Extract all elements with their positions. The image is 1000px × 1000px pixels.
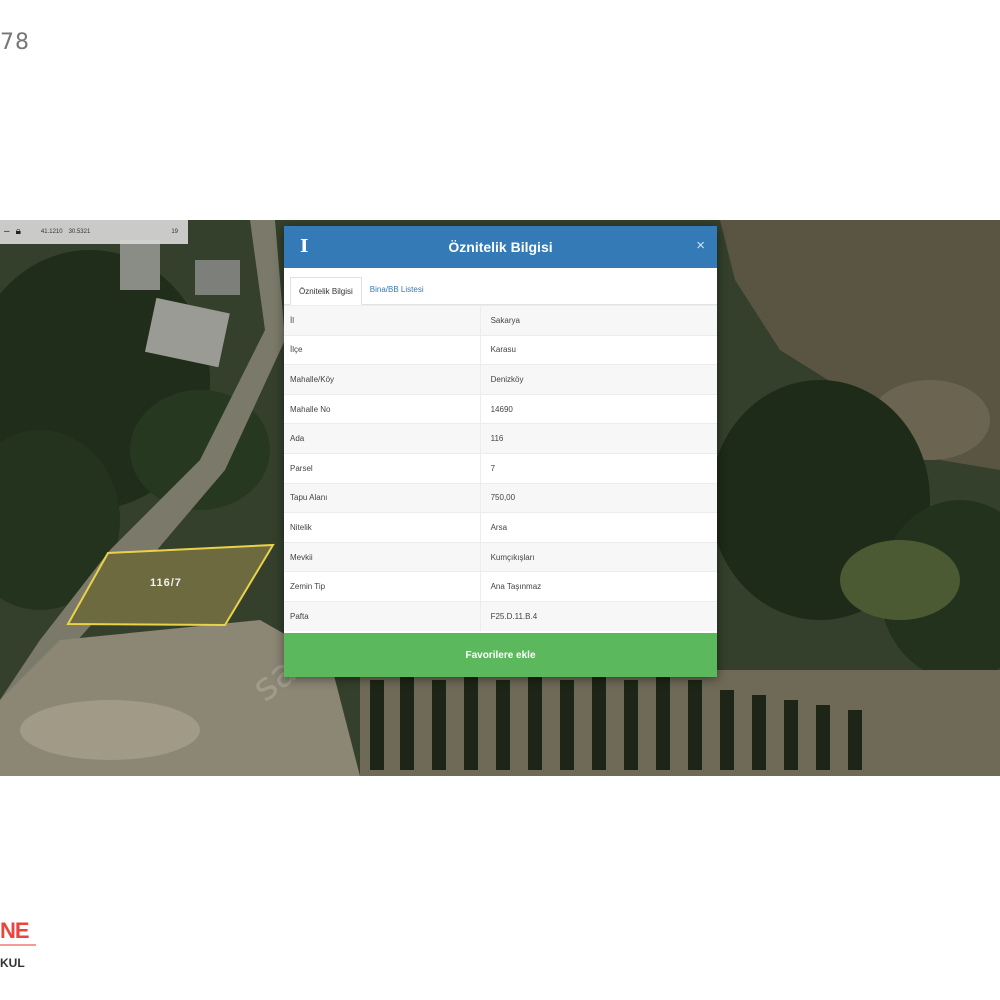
table-row: Mevkii Kumçıkışları xyxy=(284,541,717,572)
row-value: F25.D.11.B.4 xyxy=(479,600,717,632)
dialog-tabs: Öznitelik Bilgisi Bina/BB Listesi xyxy=(284,268,717,305)
row-key: Mahalle No xyxy=(284,393,481,424)
page-number: 78 xyxy=(0,30,30,55)
row-value: 14690 xyxy=(479,393,717,424)
table-row: Mahalle/Köy Denizköy xyxy=(284,364,717,395)
dialog-title: Öznitelik Bilgisi xyxy=(448,239,553,255)
row-key: Zemin Tip xyxy=(284,571,481,602)
tab-building-list[interactable]: Bina/BB Listesi xyxy=(362,276,432,304)
minus-icon[interactable]: – xyxy=(4,227,10,237)
info-icon: I xyxy=(300,236,309,257)
row-value: Sakarya xyxy=(479,305,717,336)
row-value: Arsa xyxy=(479,512,717,543)
table-row: Pafta F25.D.11.B.4 xyxy=(284,600,717,632)
row-value: Karasu xyxy=(479,334,717,365)
lock-icon[interactable]: 🔒︎ xyxy=(16,227,21,237)
table-row: Tapu Alanı 750,00 xyxy=(284,482,717,513)
row-value: 116 xyxy=(479,423,717,454)
row-key: İlçe xyxy=(284,334,481,365)
table-row: İl Sakarya xyxy=(284,305,717,336)
row-value: 7 xyxy=(479,452,717,484)
table-row: Nitelik Arsa xyxy=(284,512,717,543)
table-row: Zemin Tip Ana Taşınmaz xyxy=(284,571,717,602)
row-value: Ana Taşınmaz xyxy=(479,571,717,602)
row-value: Kumçıkışları xyxy=(479,541,717,572)
table-row: Ada 116 xyxy=(284,423,717,454)
logo: NE KUL xyxy=(0,918,60,978)
row-key: Nitelik xyxy=(284,512,481,543)
add-to-favorites-button[interactable]: Favorilere ekle xyxy=(284,633,717,677)
attribute-dialog: I Öznitelik Bilgisi × Öznitelik Bilgisi … xyxy=(284,226,717,677)
row-value: 750,00 xyxy=(479,482,717,513)
logo-brand: NE xyxy=(0,918,30,943)
zoom-readout: 19 xyxy=(171,229,178,235)
row-key: Ada xyxy=(284,423,481,454)
table-row: Parsel 7 xyxy=(284,452,717,484)
row-key: Pafta xyxy=(284,600,481,632)
latitude-readout: 41.1210 xyxy=(40,229,63,235)
row-key: Tapu Alanı xyxy=(284,482,481,513)
logo-divider xyxy=(0,944,36,946)
row-key: Mahalle/Köy xyxy=(284,364,481,395)
row-key: Parsel xyxy=(284,452,481,484)
close-icon[interactable]: × xyxy=(696,237,705,254)
row-value: Denizköy xyxy=(479,364,717,395)
dialog-header: I Öznitelik Bilgisi × xyxy=(284,226,717,268)
attribute-table: İl Sakarya İlçe Karasu Mahalle/Köy Deniz… xyxy=(284,305,717,632)
row-key: Mevkii xyxy=(284,541,481,572)
map-toolbar: – 🔒︎ 41.1210 30.5321 19 xyxy=(0,220,188,244)
table-row: İlçe Karasu xyxy=(284,334,717,365)
tab-attributes[interactable]: Öznitelik Bilgisi xyxy=(290,277,362,305)
logo-subtitle: KUL xyxy=(0,956,25,970)
table-row: Mahalle No 14690 xyxy=(284,393,717,424)
row-key: İl xyxy=(284,305,481,336)
longitude-readout: 30.5321 xyxy=(68,229,91,235)
parcel-label: 116/7 xyxy=(150,577,182,589)
